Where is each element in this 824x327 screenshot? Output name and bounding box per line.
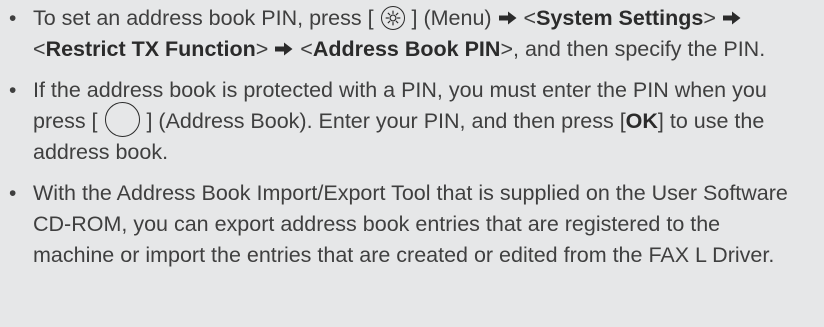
note-text: < [33, 37, 46, 61]
menu-item-address-book-pin: Address Book PIN [312, 37, 501, 61]
note-text: > [255, 37, 275, 61]
menu-key-icon [380, 6, 405, 30]
bullet-icon: • [9, 79, 17, 102]
arrow-right-icon [275, 42, 293, 56]
note-pin-protected: • If the address book is protected with a… [0, 75, 824, 168]
note-text: < [517, 6, 537, 30]
note-text: ] (Menu) [405, 6, 498, 30]
bullet-icon: • [9, 182, 17, 205]
address-book-key-icon [104, 102, 140, 137]
note-text: To set an address book PIN, press [ [33, 6, 380, 30]
menu-item-restrict-tx-function: Restrict TX Function [45, 37, 256, 61]
note-text: ] (Address Book). Enter your PIN, and th… [140, 109, 626, 133]
note-address-book-pin: • To set an address book PIN, press [ ] (… [0, 3, 824, 65]
menu-item-system-settings: System Settings [536, 6, 704, 30]
bullet-icon: • [9, 7, 17, 30]
arrow-right-icon [498, 11, 517, 25]
note-text: < [294, 37, 313, 61]
note-text: > [703, 6, 722, 30]
note-text: >, and then specify the PIN. [500, 37, 766, 61]
arrow-right-icon [722, 11, 741, 25]
notes-list: • To set an address book PIN, press [ ] (… [0, 0, 824, 271]
note-text: With the Address Book Import/Export Tool… [33, 181, 788, 267]
note-import-export-tool: • With the Address Book Import/Export Too… [0, 178, 824, 271]
ok-key-label: OK [625, 109, 658, 133]
